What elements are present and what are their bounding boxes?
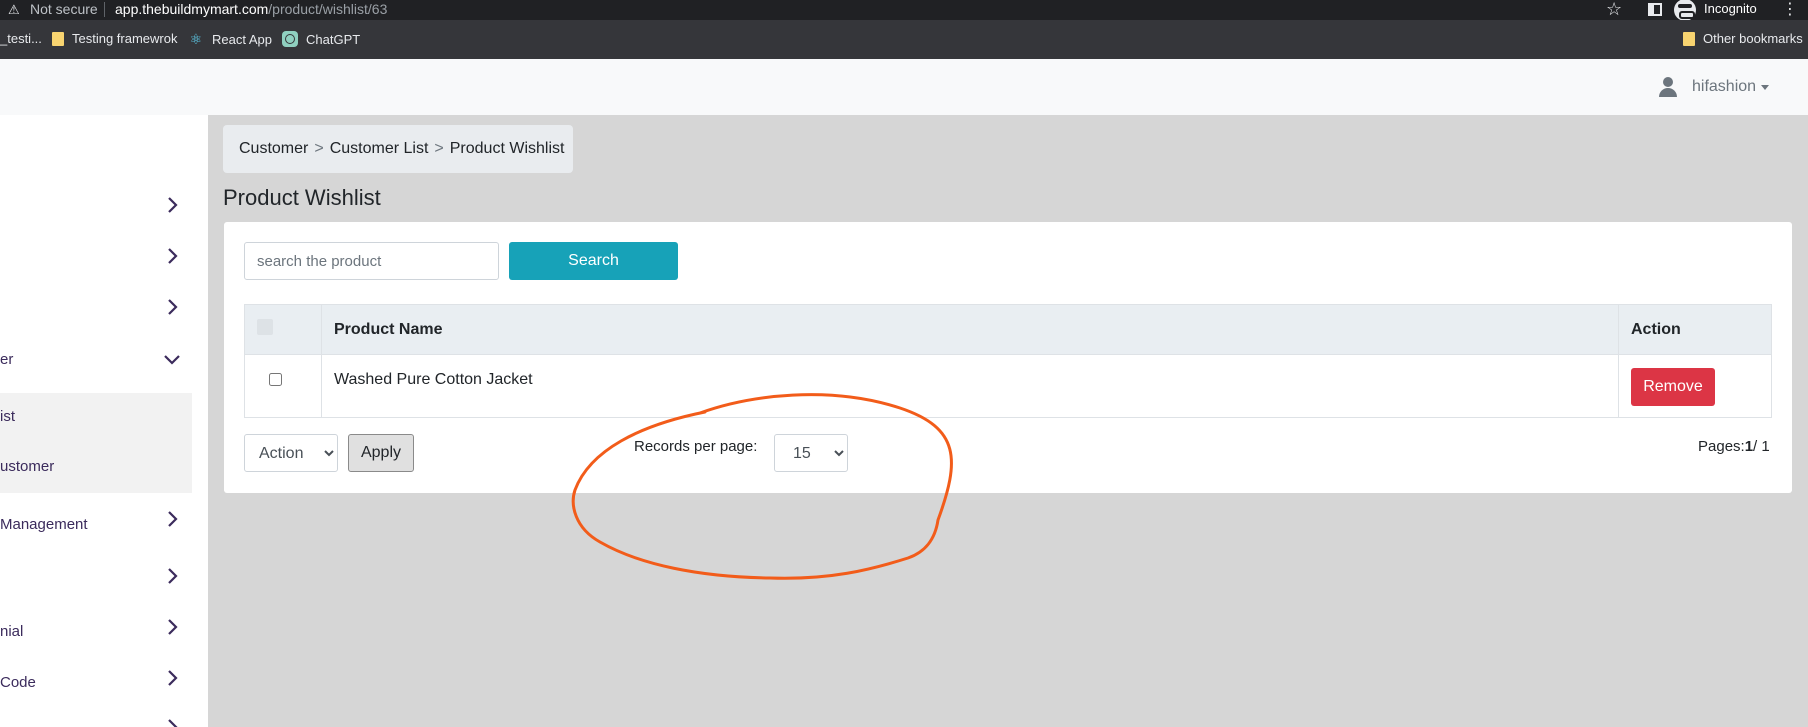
folder-icon [52,31,64,46]
apply-button[interactable]: Apply [348,434,414,472]
bookmark-star-icon[interactable]: ☆ [1606,0,1622,20]
page-title: Product Wishlist [223,185,381,210]
breadcrumb: Customer > Customer List > Product Wishlist [223,125,573,173]
select-all-header [244,304,322,355]
breadcrumb-product-wishlist: Product Wishlist [449,140,565,157]
sidebar-item-label: Code [0,674,36,691]
chevron-right-icon [168,670,178,686]
chevron-right-icon [168,568,178,584]
chevron-right-icon [168,619,178,635]
sidebar-item-testimonial[interactable]: nial [0,603,208,653]
chevron-down-icon [164,355,180,365]
pagination-info: Pages:1/ 1 [1698,438,1770,455]
caret-down-icon [1761,84,1770,90]
url-field[interactable]: app.thebuildmymart.com/product/wishlist/… [115,1,387,17]
bookmarks-bar: _testi... Testing framewrok ⚛ React App … [0,20,1808,59]
pages-label: Pages: [1698,438,1745,455]
user-icon [1658,77,1678,97]
bulk-action-select[interactable]: Action [244,434,338,472]
bookmark-label: _testi... [0,31,42,46]
row-select-cell [244,354,322,418]
sidebar: er ist ustomer Management nial Code [0,115,208,727]
select-all-checkbox[interactable] [257,319,273,335]
sidebar-item-code[interactable]: Code [0,654,208,704]
search-button[interactable]: Search [509,242,678,280]
incognito-icon[interactable] [1674,0,1696,21]
warning-icon[interactable]: ⚠ [8,2,20,18]
sidebar-item[interactable] [0,232,208,282]
sidebar-item[interactable] [0,181,208,231]
bookmark-label: ChatGPT [306,31,361,47]
chatgpt-icon [282,31,298,47]
product-name-cell: Washed Pure Cotton Jacket [321,354,1619,418]
chevron-right-icon [168,248,178,264]
other-bookmarks-label: Other bookmarks [1703,31,1803,46]
url-path: /product/wishlist/63 [268,1,388,17]
other-bookmarks[interactable]: Other bookmarks [1683,31,1803,46]
react-icon: ⚛ [189,31,203,47]
browser-menu-icon[interactable]: ⋮ [1782,0,1798,19]
bookmark-item[interactable]: _testi... [0,31,42,46]
bookmark-label: React App [212,31,272,47]
chevron-right-icon [168,719,178,727]
security-label[interactable]: Not secure [30,1,98,17]
address-separator [104,2,105,17]
browser-address-bar: ⚠ Not secure app.thebuildmymart.com/prod… [0,0,1808,21]
side-panel-icon[interactable] [1648,3,1662,16]
sidebar-subitem-customer-list[interactable]: ist [0,393,192,443]
breadcrumb-separator: > [434,140,444,157]
sidebar-item-label: ist [0,408,15,425]
column-header-product-name: Product Name [321,304,1619,355]
folder-icon [1683,31,1695,46]
records-per-page-select[interactable]: 15 [774,434,848,472]
sidebar-item-label: Management [0,516,88,533]
wishlist-card: Search Product Name Action Washed Pure C… [224,222,1792,493]
sidebar-item-management[interactable]: Management [0,501,208,551]
remove-button[interactable]: Remove [1631,368,1715,406]
sidebar-subitem-add-customer[interactable]: ustomer [0,443,192,493]
breadcrumb-customer[interactable]: Customer [239,140,308,157]
sidebar-item[interactable] [0,552,208,602]
profile-label[interactable]: Incognito [1704,1,1757,16]
column-header-action: Action [1618,304,1772,355]
table-header-row: Product Name Action [244,304,1772,355]
table-row: Washed Pure Cotton Jacket Remove [244,354,1772,418]
bookmark-item[interactable]: ChatGPT [282,31,360,47]
row-checkbox[interactable] [269,373,282,386]
username: hifashion [1692,78,1757,95]
bookmark-label: Testing framewrok [72,31,178,46]
bookmark-item[interactable]: ⚛ React App [188,31,272,47]
breadcrumb-separator: > [314,140,324,157]
app-header: hifashion [0,59,1808,115]
sidebar-item[interactable] [0,283,208,333]
user-menu[interactable]: hifashion [1658,77,1770,97]
bookmark-item[interactable]: Testing framewrok [52,31,177,46]
sidebar-item-label: ustomer [0,458,55,475]
action-cell: Remove [1618,354,1772,418]
wishlist-table: Product Name Action Washed Pure Cotton J… [244,304,1772,418]
chevron-right-icon [168,511,178,527]
sidebar-item-label: er [0,351,14,368]
chevron-right-icon [168,299,178,315]
records-per-page-label: Records per page: [634,438,758,455]
current-page: 1 [1744,438,1754,455]
url-host: app.thebuildmymart.com [115,1,269,17]
total-pages: / 1 [1753,438,1770,455]
breadcrumb-customer-list[interactable]: Customer List [330,140,429,157]
search-input[interactable] [244,242,499,280]
chevron-right-icon [168,197,178,213]
sidebar-item-label: nial [0,623,24,640]
sidebar-item[interactable] [0,705,208,727]
